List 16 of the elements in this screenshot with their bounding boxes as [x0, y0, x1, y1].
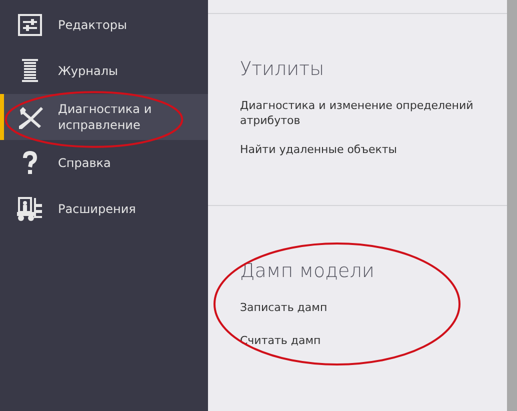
list-lines-icon — [22, 59, 38, 83]
sliders-icon — [18, 14, 42, 36]
sidebar-item[interactable]: Расширения — [0, 186, 208, 232]
link[interactable]: Диагностика и изменение определений атрибутов — [240, 98, 480, 128]
link[interactable]: Записать дамп — [240, 300, 480, 315]
sidebar-item[interactable]: Редакторы — [0, 2, 208, 48]
link[interactable]: Найти удаленные объекты — [240, 142, 480, 157]
section-title: Дамп модели — [240, 260, 376, 282]
scrollbar[interactable] — [507, 0, 517, 411]
sidebar-item[interactable]: Журналы — [0, 48, 208, 94]
forklift-icon — [17, 196, 43, 222]
sidebar-item[interactable]: Диагностика и исправление — [0, 94, 208, 140]
question-mark-icon — [22, 151, 38, 175]
section-title: Утилиты — [240, 58, 326, 80]
wrench-screwdriver-icon — [17, 104, 43, 130]
sidebar-item[interactable]: Справка — [0, 140, 208, 186]
